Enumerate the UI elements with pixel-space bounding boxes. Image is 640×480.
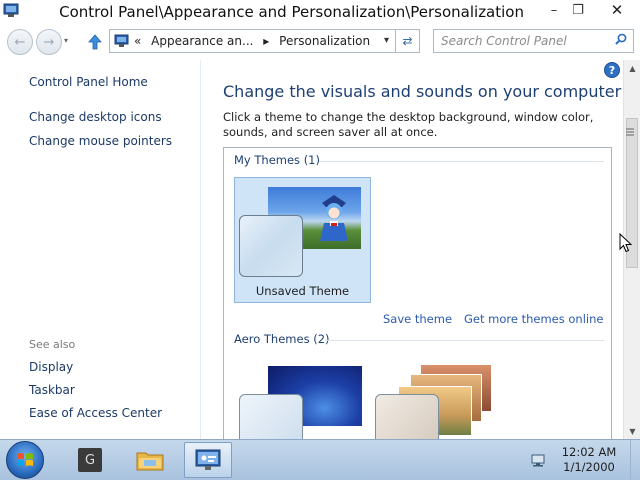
up-arrow-icon (88, 34, 102, 50)
back-arrow-icon: ← (14, 34, 26, 50)
navigation-bar: ← → ▾ « Appearance an... ▸ Personalizati… (0, 26, 640, 58)
theme-window-color-preview (375, 394, 439, 439)
scroll-down-button[interactable]: ▼ (624, 423, 640, 439)
group-divider (319, 161, 604, 162)
forward-arrow-icon: → (43, 34, 55, 50)
breadcrumb-separator-icon[interactable]: ▸ (263, 34, 269, 48)
back-button[interactable]: ← (7, 29, 33, 55)
control-panel-icon (195, 449, 221, 470)
breadcrumb-appearance[interactable]: Appearance an... (151, 34, 253, 48)
taskbar: G 12:02 AM 1/1/2000 (0, 439, 640, 480)
search-box[interactable] (433, 29, 634, 53)
control-panel-icon (114, 34, 129, 47)
breadcrumb-personalization[interactable]: Personalization (279, 34, 370, 48)
sidebar-item-display[interactable]: Display (29, 360, 73, 374)
address-dropdown-button[interactable]: ▾ (384, 35, 389, 46)
taskbar-file-explorer[interactable] (126, 442, 174, 478)
theme-list[interactable]: My Themes (1) Unsaved Theme Save theme G… (223, 147, 612, 439)
search-input[interactable] (441, 31, 611, 51)
theme-aero-windows[interactable] (238, 366, 378, 439)
close-button[interactable]: ✕ (594, 0, 640, 20)
breadcrumb: « Appearance an... ▸ Personalization (134, 34, 376, 48)
maximize-button[interactable]: ❐ (564, 0, 592, 20)
sidebar-item-control-panel-home[interactable]: Control Panel Home (29, 75, 148, 89)
taskbar-app-g[interactable]: G (66, 442, 114, 478)
theme-name: Unsaved Theme (255, 284, 350, 298)
sidebar: Control Panel Home Change desktop icons … (0, 60, 200, 439)
group-label-my-themes: My Themes (1) (234, 153, 320, 167)
sidebar-item-change-desktop-icons[interactable]: Change desktop icons (29, 110, 162, 124)
group-divider (325, 340, 604, 341)
sidebar-item-taskbar[interactable]: Taskbar (29, 383, 75, 397)
forward-button[interactable]: → (36, 29, 62, 55)
get-more-themes-link[interactable]: Get more themes online (464, 312, 603, 326)
group-label-aero-themes: Aero Themes (2) (234, 332, 330, 346)
sidebar-item-change-mouse-pointers[interactable]: Change mouse pointers (29, 134, 172, 148)
network-icon[interactable] (530, 452, 546, 468)
theme-window-color-preview (239, 215, 303, 277)
recent-pages-button[interactable]: ▾ (64, 36, 68, 45)
breadcrumb-overflow[interactable]: « (134, 34, 141, 48)
sidebar-item-ease-of-access-center[interactable]: Ease of Access Center (29, 406, 162, 420)
scroll-grip-icon (626, 128, 634, 136)
anime-character-image (320, 195, 348, 241)
refresh-button[interactable]: ⇄ (396, 29, 420, 53)
window-title: Control Panel\Appearance and Personaliza… (59, 3, 524, 21)
clock-date: 1/1/2000 (563, 460, 615, 474)
see-also-heading: See also (29, 338, 76, 351)
help-icon[interactable]: ? (604, 62, 620, 78)
theme-aero-landscapes[interactable] (374, 360, 504, 439)
theme-window-color-preview (239, 394, 303, 439)
up-button[interactable] (86, 32, 104, 52)
taskbar-control-panel[interactable] (184, 442, 232, 478)
page-title: Change the visuals and sounds on your co… (223, 82, 622, 101)
search-icon[interactable] (615, 33, 627, 49)
windows-logo-icon (17, 453, 33, 466)
title-bar: Control Panel\Appearance and Personaliza… (0, 0, 640, 26)
mouse-cursor-icon (619, 233, 633, 253)
save-theme-link[interactable]: Save theme (383, 312, 452, 326)
start-button[interactable] (6, 441, 44, 479)
page-description: Click a theme to change the desktop back… (223, 110, 594, 139)
folder-icon (136, 452, 164, 471)
system-clock[interactable]: 12:02 AM 1/1/2000 (556, 445, 622, 475)
scroll-up-button[interactable]: ▲ (624, 60, 640, 76)
show-desktop-button[interactable] (630, 440, 640, 480)
g-app-icon: G (78, 448, 102, 472)
address-bar[interactable]: « Appearance an... ▸ Personalization ▾ (109, 29, 396, 53)
clock-time: 12:02 AM (561, 445, 617, 459)
refresh-icon: ⇄ (402, 34, 413, 48)
theme-unsaved[interactable]: Unsaved Theme (234, 177, 371, 303)
